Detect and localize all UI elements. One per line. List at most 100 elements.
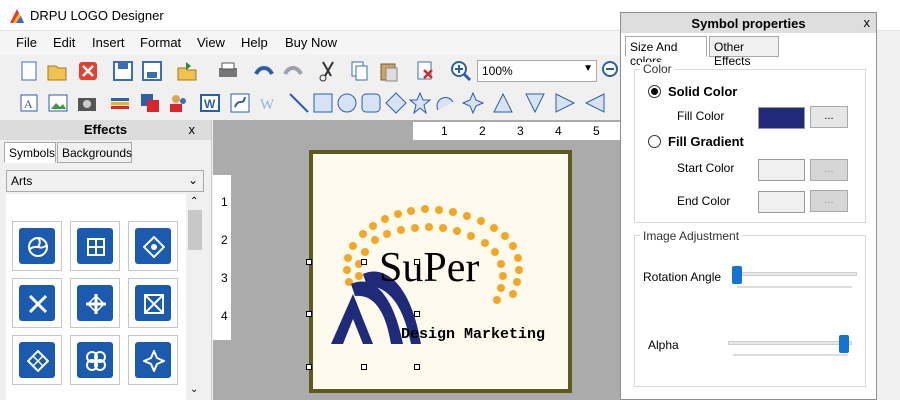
selection-handle[interactable] (306, 311, 312, 317)
menu-format[interactable]: Format (140, 35, 181, 50)
selection-handle[interactable] (361, 259, 367, 265)
selection-handle[interactable] (414, 364, 420, 370)
fill-gradient-label: Fill Gradient (668, 134, 744, 149)
alpha-label: Alpha (648, 338, 679, 352)
zoom-in-icon[interactable] (450, 60, 472, 82)
logo-canvas[interactable]: SuPer Design Marketing (306, 150, 572, 393)
chevron-up-icon[interactable]: ⌃ (190, 196, 198, 207)
cut-icon[interactable] (317, 60, 339, 82)
symbol-item[interactable] (128, 335, 178, 385)
shapes-stack-icon[interactable] (139, 92, 161, 114)
symbol-item[interactable] (70, 278, 120, 328)
fill-gradient-radio[interactable] (648, 135, 661, 148)
four-point-star-icon[interactable] (462, 92, 484, 114)
symbol-item[interactable] (12, 335, 62, 385)
symbols-grid (6, 194, 186, 400)
menu-file[interactable]: File (16, 35, 37, 50)
tab-backgrounds[interactable]: Backgrounds (57, 142, 132, 163)
selection-handle[interactable] (414, 311, 420, 317)
menu-edit[interactable]: Edit (53, 35, 75, 50)
users-icon[interactable] (168, 92, 190, 114)
tab-other-effects[interactable]: Other Effects (709, 36, 779, 68)
tab-size-and-colors[interactable]: Size And colors (625, 36, 707, 68)
selection-handle[interactable] (306, 259, 312, 265)
layers-icon[interactable] (109, 92, 131, 114)
word-art-icon[interactable]: W (199, 92, 221, 114)
scroll-thumb[interactable] (188, 210, 202, 250)
top-ruler: 1 2 3 4 5 (213, 120, 623, 140)
paste-icon[interactable] (378, 60, 400, 82)
right-triangle-tool-icon[interactable] (554, 92, 576, 114)
image-icon[interactable] (47, 92, 69, 114)
tab-symbols[interactable]: Symbols (4, 142, 56, 163)
symbols-scrollbar[interactable]: ⌃ ⌄ (186, 194, 204, 400)
selection-handle[interactable] (414, 259, 420, 265)
rotation-slider-thumb[interactable] (732, 266, 742, 284)
delete-icon[interactable] (414, 60, 436, 82)
symbol-item[interactable] (12, 221, 62, 271)
rectangle-tool-icon[interactable] (312, 92, 334, 114)
symbol-item[interactable] (128, 221, 178, 271)
rotation-slider-track[interactable] (733, 272, 857, 276)
print-icon[interactable] (217, 60, 239, 82)
new-file-icon[interactable] (18, 60, 40, 82)
menu-help[interactable]: Help (241, 35, 268, 50)
zoom-select[interactable]: 100% ▼ (477, 60, 597, 82)
image-adjustment-group (634, 235, 866, 387)
undo-icon[interactable] (252, 60, 274, 82)
symbol-item[interactable] (70, 221, 120, 271)
save-icon[interactable] (112, 60, 134, 82)
menu-bar: File Edit Insert Format View Help Buy No… (0, 31, 620, 55)
line-tool-icon[interactable] (288, 92, 310, 114)
inverted-triangle-tool-icon[interactable] (524, 92, 546, 114)
effects-close-icon[interactable]: x (189, 122, 196, 137)
open-folder-icon[interactable] (46, 60, 68, 82)
ellipse-tool-icon[interactable] (336, 92, 358, 114)
selection-handle[interactable] (306, 364, 312, 370)
diamond-tool-icon[interactable] (385, 92, 407, 114)
weave-symbol-icon (144, 294, 164, 314)
category-select[interactable]: Arts ⌄ (6, 170, 204, 192)
symbol-properties-panel: Symbol properties x Size And colors Othe… (620, 12, 877, 400)
arc-tool-icon[interactable] (435, 92, 457, 114)
chevron-down-icon[interactable]: ⌄ (190, 384, 198, 395)
start-color-label: Start Color (677, 161, 735, 175)
triskelion-symbol-icon (28, 237, 48, 257)
star-knot-symbol-icon (143, 350, 165, 372)
text-icon[interactable]: A (18, 92, 40, 114)
menu-buy-now[interactable]: Buy Now (285, 35, 337, 50)
app-logo-icon (10, 9, 24, 23)
symbol-item[interactable] (12, 278, 62, 328)
selection-handle[interactable] (361, 364, 367, 370)
star-tool-icon[interactable] (409, 92, 431, 114)
close-icon[interactable] (77, 60, 99, 82)
props-panel-title: Symbol properties (691, 16, 806, 31)
copy-icon[interactable] (348, 60, 370, 82)
logo-sub-text: Design Marketing (401, 326, 546, 343)
alpha-slider-track[interactable] (728, 341, 852, 345)
category-value: Arts (11, 174, 33, 188)
menu-view[interactable]: View (197, 35, 225, 50)
camera-icon[interactable] (76, 92, 98, 114)
left-ruler: 1 2 3 4 (213, 175, 231, 340)
symbol-item[interactable] (70, 335, 120, 385)
signature-icon[interactable] (229, 92, 251, 114)
export-icon[interactable] (176, 60, 198, 82)
fill-color-picker-button[interactable]: ... (810, 106, 848, 128)
save-as-icon[interactable] (141, 60, 163, 82)
svg-text:W: W (204, 97, 216, 111)
menu-insert[interactable]: Insert (92, 35, 125, 50)
redo-icon[interactable] (283, 60, 305, 82)
props-close-icon[interactable]: x (864, 15, 871, 30)
left-triangle-tool-icon[interactable] (584, 92, 606, 114)
triangle-tool-icon[interactable] (492, 92, 514, 114)
solid-color-radio[interactable] (648, 85, 661, 98)
rounded-rect-tool-icon[interactable] (360, 92, 382, 114)
watermark-icon[interactable]: W (258, 92, 280, 114)
effects-panel-title: Effects (83, 122, 128, 137)
clover-symbol-icon (86, 351, 106, 371)
lattice-symbol-icon (27, 350, 49, 372)
fill-color-swatch[interactable] (758, 107, 805, 129)
alpha-slider-thumb[interactable] (839, 335, 849, 353)
symbol-item[interactable] (128, 278, 178, 328)
